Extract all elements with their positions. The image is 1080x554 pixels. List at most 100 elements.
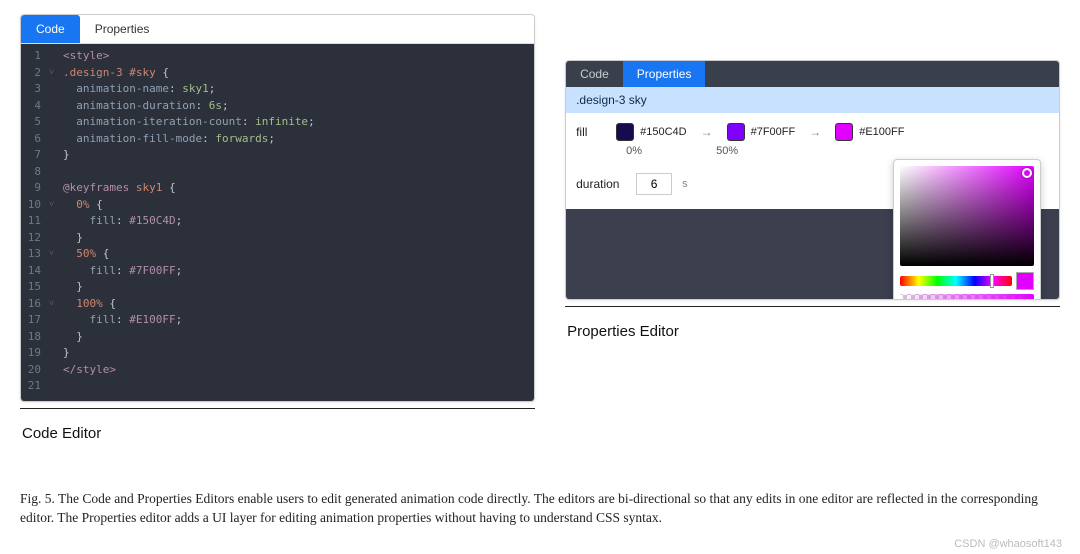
stop-pct-1: 50% xyxy=(716,145,826,157)
fold-gutter-icon[interactable]: ˅ xyxy=(49,246,63,263)
code-content[interactable]: animation-fill-mode: forwards; xyxy=(63,131,275,148)
fold-gutter-icon xyxy=(49,362,63,379)
stop-2[interactable]: #E100FF xyxy=(835,123,904,141)
fold-gutter-icon xyxy=(49,230,63,247)
code-content[interactable]: 0% { xyxy=(63,197,103,214)
code-line[interactable]: 20</style> xyxy=(21,362,534,379)
figure-label: Fig. 5. xyxy=(20,491,55,506)
swatch-icon xyxy=(727,123,745,141)
code-line[interactable]: 10˅ 0% { xyxy=(21,197,534,214)
code-line[interactable]: 8 xyxy=(21,164,534,181)
code-content[interactable]: animation-duration: 6s; xyxy=(63,98,229,115)
alpha-slider[interactable] xyxy=(900,294,1034,300)
code-content[interactable]: } xyxy=(63,345,70,362)
code-content[interactable]: } xyxy=(63,329,83,346)
fill-row: fill #150C4D → #7F00FF → #E100FF xyxy=(566,113,1059,145)
swatch-hex: #E100FF xyxy=(859,126,904,138)
divider xyxy=(565,306,1060,307)
code-line[interactable]: 7} xyxy=(21,147,534,164)
line-number: 16 xyxy=(21,296,49,313)
code-content[interactable]: 50% { xyxy=(63,246,109,263)
code-content[interactable]: animation-iteration-count: infinite; xyxy=(63,114,315,131)
fold-gutter-icon xyxy=(49,279,63,296)
figure-text: The Code and Properties Editors enable u… xyxy=(20,491,1038,526)
tab-code[interactable]: Code xyxy=(21,15,80,43)
hue-handle[interactable] xyxy=(990,274,994,288)
line-number: 17 xyxy=(21,312,49,329)
fold-gutter-icon[interactable]: ˅ xyxy=(49,296,63,313)
line-number: 3 xyxy=(21,81,49,98)
code-line[interactable]: 11 fill: #150C4D; xyxy=(21,213,534,230)
saturation-handle[interactable] xyxy=(1022,168,1032,178)
swatch-hex: #7F00FF xyxy=(751,126,796,138)
code-content[interactable]: fill: #E100FF; xyxy=(63,312,182,329)
code-line[interactable]: 5 animation-iteration-count: infinite; xyxy=(21,114,534,131)
stop-1[interactable]: #7F00FF xyxy=(727,123,796,141)
line-number: 13 xyxy=(21,246,49,263)
code-editor-panel: Code Properties 1<style>2˅.design-3 #sky… xyxy=(20,14,535,448)
fold-gutter-icon xyxy=(49,147,63,164)
right-tabs: Code Properties xyxy=(566,61,1059,87)
fold-gutter-icon xyxy=(49,345,63,362)
fill-label: fill xyxy=(576,125,606,139)
code-line[interactable]: 4 animation-duration: 6s; xyxy=(21,98,534,115)
line-number: 15 xyxy=(21,279,49,296)
line-number: 12 xyxy=(21,230,49,247)
code-textarea[interactable]: 1<style>2˅.design-3 #sky {3 animation-na… xyxy=(21,44,534,401)
swatch-icon xyxy=(835,123,853,141)
code-line[interactable]: 13˅ 50% { xyxy=(21,246,534,263)
duration-input[interactable] xyxy=(636,173,672,195)
line-number: 5 xyxy=(21,114,49,131)
stop-0[interactable]: #150C4D xyxy=(616,123,686,141)
code-content[interactable]: } xyxy=(63,279,83,296)
tab-properties[interactable]: Properties xyxy=(80,15,165,43)
line-number: 21 xyxy=(21,378,49,395)
code-line[interactable]: 12 } xyxy=(21,230,534,247)
fold-gutter-icon xyxy=(49,213,63,230)
code-line[interactable]: 19} xyxy=(21,345,534,362)
line-number: 18 xyxy=(21,329,49,346)
code-content[interactable]: @keyframes sky1 { xyxy=(63,180,176,197)
line-number: 8 xyxy=(21,164,49,181)
code-content[interactable]: } xyxy=(63,230,83,247)
swatch-icon xyxy=(616,123,634,141)
fold-gutter-icon xyxy=(49,164,63,181)
hue-slider[interactable] xyxy=(900,276,1012,286)
fold-gutter-icon[interactable]: ˅ xyxy=(49,65,63,82)
arrow-icon: → xyxy=(697,125,717,139)
code-content[interactable]: <style> xyxy=(63,48,109,65)
duration-label: duration xyxy=(576,177,626,191)
code-line[interactable]: 14 fill: #7F00FF; xyxy=(21,263,534,280)
code-content[interactable]: fill: #7F00FF; xyxy=(63,263,182,280)
fold-gutter-icon xyxy=(49,131,63,148)
code-line[interactable]: 15 } xyxy=(21,279,534,296)
saturation-box[interactable] xyxy=(900,166,1034,266)
code-content[interactable]: animation-name: sky1; xyxy=(63,81,215,98)
code-line[interactable]: 21 xyxy=(21,378,534,395)
code-line[interactable]: 17 fill: #E100FF; xyxy=(21,312,534,329)
duration-unit: s xyxy=(682,178,688,190)
code-line[interactable]: 6 animation-fill-mode: forwards; xyxy=(21,131,534,148)
fold-gutter-icon[interactable]: ˅ xyxy=(49,197,63,214)
code-line[interactable]: 3 animation-name: sky1; xyxy=(21,81,534,98)
code-content[interactable]: .design-3 #sky { xyxy=(63,65,169,82)
code-content[interactable]: } xyxy=(63,147,70,164)
color-picker[interactable]: Hex R G B A xyxy=(893,159,1041,300)
fold-gutter-icon xyxy=(49,263,63,280)
line-number: 11 xyxy=(21,213,49,230)
line-number: 19 xyxy=(21,345,49,362)
line-number: 9 xyxy=(21,180,49,197)
code-line[interactable]: 16˅ 100% { xyxy=(21,296,534,313)
code-line[interactable]: 1<style> xyxy=(21,48,534,65)
line-number: 6 xyxy=(21,131,49,148)
code-line[interactable]: 18 } xyxy=(21,329,534,346)
code-line[interactable]: 9 @keyframes sky1 { xyxy=(21,180,534,197)
tab-properties[interactable]: Properties xyxy=(623,61,706,87)
code-content[interactable]: 100% { xyxy=(63,296,116,313)
code-content[interactable]: </style> xyxy=(63,362,116,379)
tab-code[interactable]: Code xyxy=(566,61,623,87)
fold-gutter-icon xyxy=(49,180,63,197)
code-line[interactable]: 2˅.design-3 #sky { xyxy=(21,65,534,82)
fold-gutter-icon xyxy=(49,312,63,329)
code-content[interactable]: fill: #150C4D; xyxy=(63,213,182,230)
